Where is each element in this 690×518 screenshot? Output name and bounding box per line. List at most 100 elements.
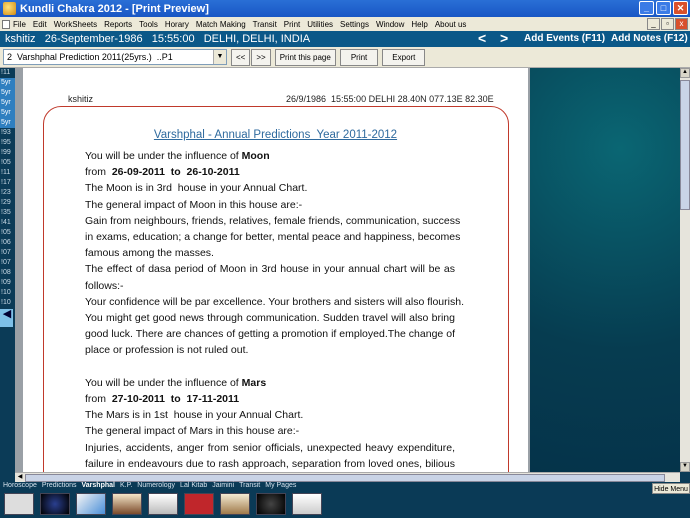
vertical-scroll-thumb[interactable] [680,80,690,210]
menu-tools[interactable]: Tools [139,20,158,29]
module-tab-k-p[interactable]: K.P. [120,482,132,493]
print-this-page-button[interactable]: Print this page [274,48,336,66]
scroll-up-icon[interactable]: ▲ [680,68,690,78]
mdi-restore-button[interactable]: ▫ [661,18,674,30]
index-item[interactable]: !09 [0,278,15,288]
menu-help[interactable]: Help [411,20,427,29]
prediction-text: You will be under the influence of Moon f… [85,148,464,472]
index-item[interactable]: !11 [0,168,15,178]
add-notes-button[interactable]: Add Notes (F12) [611,33,688,44]
index-item[interactable]: !95 [0,138,15,148]
next-chart-button[interactable]: > [500,30,508,46]
kp-portrait-icon[interactable] [112,493,142,515]
index-item[interactable]: !93 [0,128,15,138]
horizontal-scroll-thumb[interactable] [25,474,665,482]
index-item[interactable]: !05 [0,228,15,238]
jaimini-icon[interactable] [220,493,250,515]
mdi-close-button[interactable]: x [675,18,688,30]
module-tab-horoscope[interactable]: Horoscope [3,482,37,493]
module-tab-my-pages[interactable]: My Pages [265,482,296,493]
prediction-line-text: The general impact of Mars in this house… [85,425,300,438]
prediction-line-text: The general impact of Moon in this house… [85,198,303,211]
menu-window[interactable]: Window [376,20,404,29]
minimize-button[interactable]: _ [639,1,654,15]
varshphal-icon[interactable] [76,493,106,515]
maximize-button[interactable]: □ [656,1,671,15]
index-item[interactable]: !35 [0,208,15,218]
menu-transit[interactable]: Transit [253,20,277,29]
menu-worksheets[interactable]: WorkSheets [54,20,97,29]
index-item[interactable]: !07 [0,258,15,268]
menu-about-us[interactable]: About us [435,20,467,29]
module-tab-jaimini[interactable]: Jaimini [212,482,234,493]
add-events-button[interactable]: Add Events (F11) [524,33,605,44]
prediction-line-highlight: Moon [241,150,270,162]
index-item[interactable]: 5yr [0,108,15,118]
hide-menu-button[interactable]: Hide Menu [652,483,690,494]
index-item[interactable]: !10 [0,298,15,308]
menu-utilities[interactable]: Utilities [307,20,333,29]
index-item[interactable]: !29 [0,198,15,208]
report-page-select[interactable]: 2 Varshphal Prediction 2011(25yrs.) ..P1… [3,49,227,65]
horoscope-chart-icon[interactable] [4,493,34,515]
predictions-wheel-icon[interactable] [40,493,70,515]
module-tab-transit[interactable]: Transit [239,482,260,493]
index-item[interactable]: !23 [0,188,15,198]
previous-page-button[interactable]: << [231,48,251,66]
scroll-left-icon[interactable]: ◀ [15,473,25,482]
menu-edit[interactable]: Edit [33,20,47,29]
transit-icon[interactable] [256,493,286,515]
prediction-line-text: The Mars is in 1st house in your Annual … [85,409,304,422]
mdi-minimize-button[interactable]: _ [647,18,660,30]
module-tab-predictions[interactable]: Predictions [42,482,77,493]
prediction-line: Your confidence will be par excellence. … [85,294,464,310]
prev-chart-button[interactable]: < [478,30,486,46]
menu-horary[interactable]: Horary [165,20,189,29]
prediction-line: follows:- [85,278,455,294]
menu-file[interactable]: File [13,20,26,29]
prediction-line: The effect of dasa period of Moon in 3rd… [85,261,455,277]
index-item[interactable]: !06 [0,238,15,248]
prediction-line: You will be under the influence of Mars [85,375,455,391]
index-item[interactable]: !41 [0,218,15,228]
index-item[interactable]: !99 [0,148,15,158]
module-tab-numerology[interactable]: Numerology [137,482,175,493]
prediction-line: The general impact of Moon in this house… [85,197,455,213]
prediction-line-text: You will be under the influence of [85,376,242,389]
collapse-arrow-icon[interactable]: ◀ [0,309,13,327]
index-item[interactable]: !07 [0,248,15,258]
prediction-line: The Moon is in 3rd house in your Annual … [85,180,455,196]
next-page-button[interactable]: >> [251,48,271,66]
menu-settings[interactable]: Settings [340,20,369,29]
export-button[interactable]: Export [382,48,426,66]
module-tab-lal-kitab[interactable]: Lal Kitab [180,482,207,493]
menu-reports[interactable]: Reports [104,20,132,29]
chevron-down-icon[interactable]: ▼ [213,50,226,64]
lal-kitab-book-icon[interactable] [184,493,214,515]
module-tab-varshphal[interactable]: Varshphal [82,482,115,493]
menu-match-making[interactable]: Match Making [196,20,246,29]
index-item[interactable]: !11 [0,68,15,78]
print-button[interactable]: Print [339,48,379,66]
index-item[interactable]: !05 [0,158,15,168]
menu-print[interactable]: Print [284,20,300,29]
prediction-line-text: Gain from neighbours, friends, relatives… [85,214,461,227]
my-pages-icon[interactable] [292,493,322,515]
index-item[interactable]: !17 [0,178,15,188]
index-item[interactable]: 5yr [0,88,15,98]
index-item[interactable]: !10 [0,288,15,298]
index-item[interactable]: 5yr [0,78,15,88]
document-icon[interactable] [2,19,10,29]
close-button[interactable]: ✕ [673,1,688,15]
left-index-strip: !11 5yr 5yr 5yr 5yr 5yr !93 !95 !99 !05 !11 !17 !23!… [0,68,15,472]
scroll-down-icon[interactable]: ▼ [680,462,690,472]
prediction-line: You will be under the influence of Moon [85,148,455,164]
numerology-icon[interactable] [148,493,178,515]
horizontal-scrollbar[interactable]: ◀ [15,472,680,482]
print-preview-toolbar: 2 Varshphal Prediction 2011(25yrs.) ..P1… [0,47,690,68]
index-item[interactable]: 5yr [0,118,15,128]
vertical-scrollbar[interactable]: ▲ ▼ [680,68,690,472]
index-item[interactable]: !08 [0,268,15,278]
prediction-line: from 26-09-2011 to 26-10-2011 [85,164,455,180]
index-item[interactable]: 5yr [0,98,15,108]
